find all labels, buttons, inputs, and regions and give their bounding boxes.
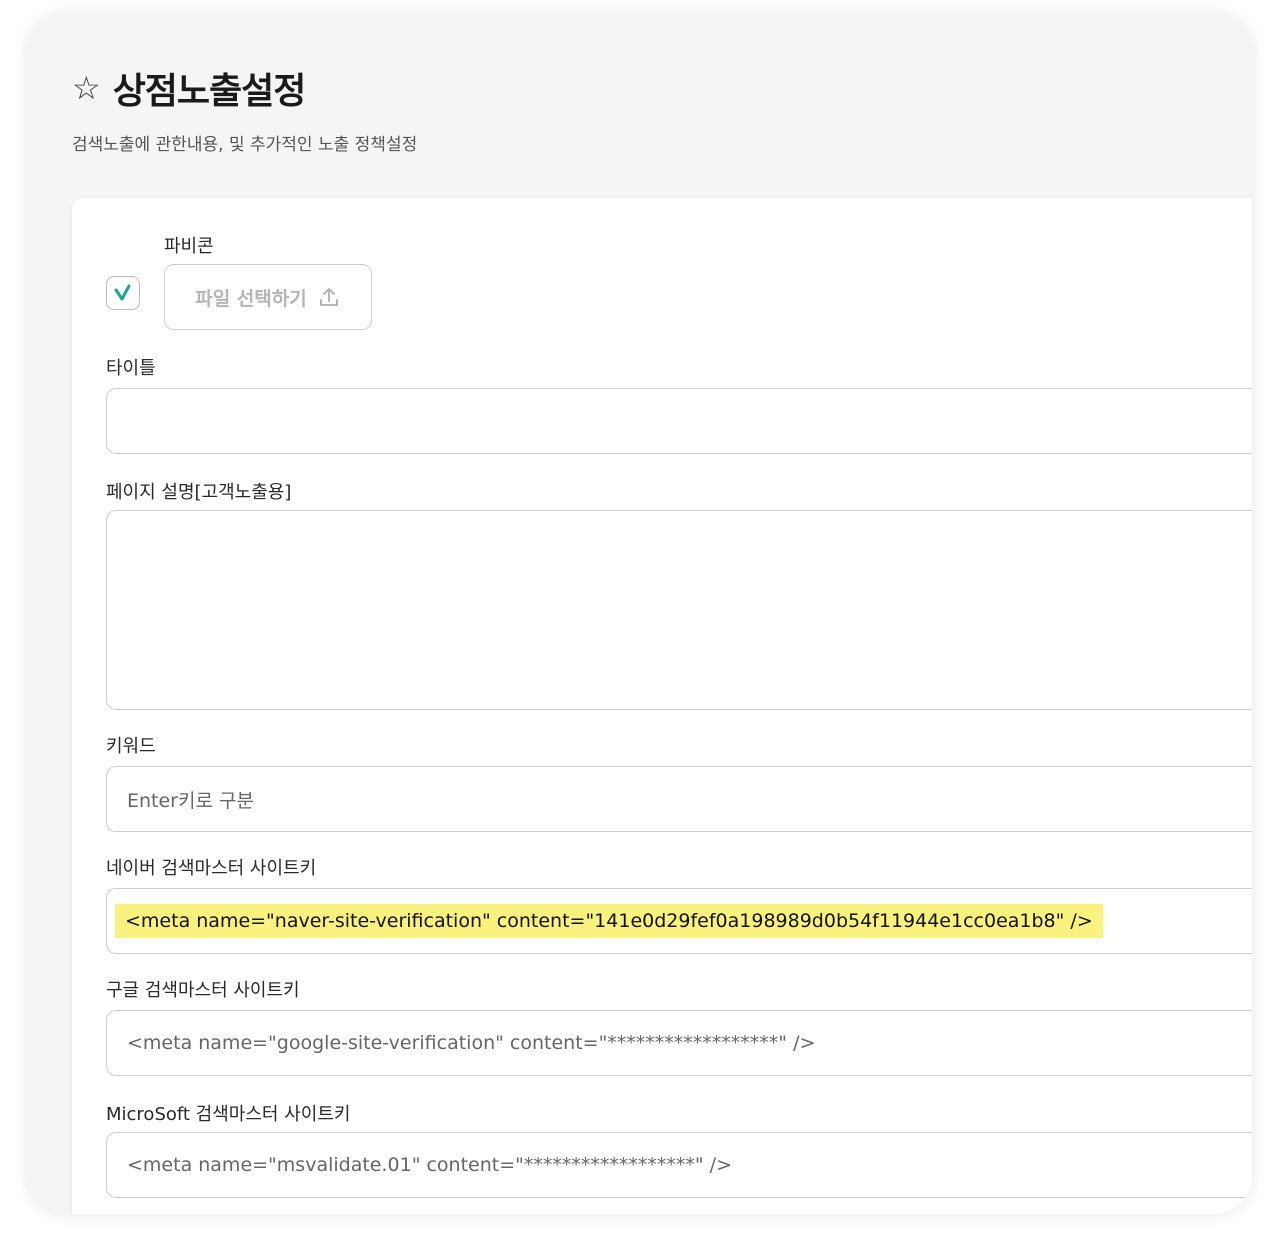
title-input[interactable] — [106, 388, 1252, 454]
file-select-button[interactable]: 파일 선택하기 — [164, 264, 372, 330]
upload-icon — [319, 288, 338, 306]
microsoft-key-input[interactable]: <meta name="msvalidate.01" content="****… — [106, 1132, 1252, 1198]
title-row: ☆ 상점노출설정 — [72, 62, 417, 114]
naver-key-input[interactable]: <meta name="naver-site-verification" con… — [106, 888, 1252, 954]
favicon-checkbox[interactable] — [106, 276, 140, 310]
naver-key-value: <meta name="naver-site-verification" con… — [115, 904, 1103, 938]
keywords-label: 키워드 — [106, 736, 156, 757]
page-header: ☆ 상점노출설정 검색노출에 관한내용, 및 추가적인 노출 정책설정 — [72, 62, 417, 155]
description-textarea[interactable] — [106, 510, 1252, 710]
page-subtitle: 검색노출에 관한내용, 및 추가적인 노출 정책설정 — [72, 135, 418, 155]
settings-card: 파비콘 파일 선택하기 타이틀 페이지 설명[고객노출용] 키워드 Enter키… — [72, 198, 1252, 1214]
title-label: 타이틀 — [106, 358, 156, 379]
page-title: 상점노출설정 — [112, 71, 307, 112]
keywords-input[interactable]: Enter키로 구분 — [106, 766, 1252, 832]
file-select-label: 파일 선택하기 — [195, 287, 307, 310]
star-outline-icon[interactable]: ☆ — [72, 72, 101, 104]
google-key-input[interactable]: <meta name="google-site-verification" co… — [106, 1010, 1252, 1076]
favicon-label: 파비콘 — [164, 236, 214, 257]
settings-window: ☆ 상점노출설정 검색노출에 관한내용, 및 추가적인 노출 정책설정 파비콘 … — [28, 14, 1252, 1214]
naver-key-label: 네이버 검색마스터 사이트키 — [106, 858, 317, 879]
google-key-label: 구글 검색마스터 사이트키 — [106, 980, 300, 1001]
microsoft-key-label: MicroSoft 검색마스터 사이트키 — [106, 1104, 351, 1125]
check-icon — [114, 284, 131, 301]
description-label: 페이지 설명[고객노출용] — [106, 482, 292, 503]
